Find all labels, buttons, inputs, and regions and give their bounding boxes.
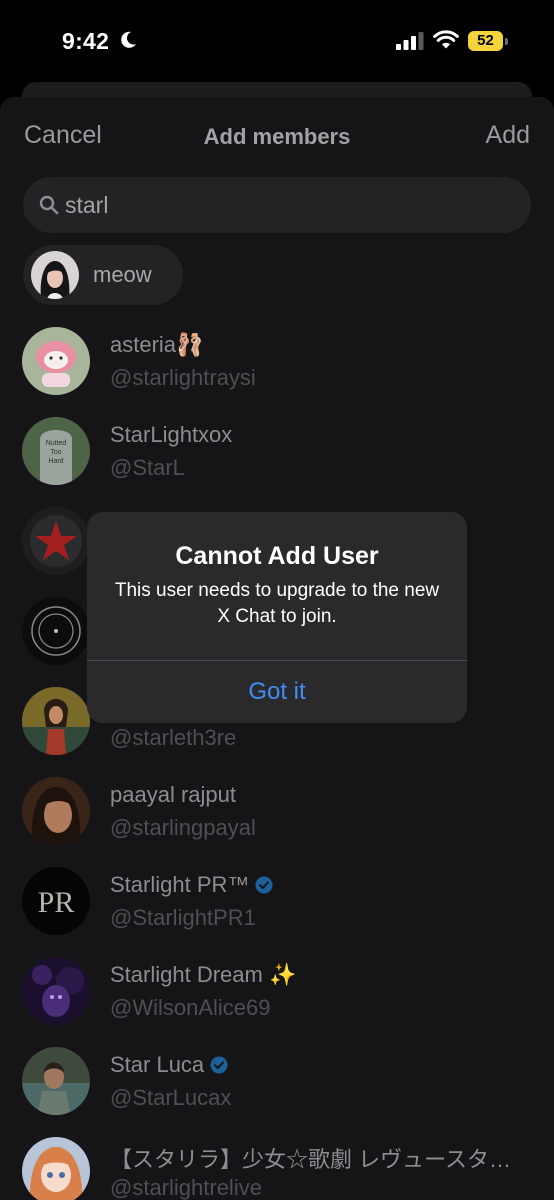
member-name: 【スタリラ】少女☆歌劇 レヴュースタァラ… — [110, 1147, 520, 1172]
battery-tip — [505, 38, 508, 45]
svg-text:Hard: Hard — [48, 458, 63, 465]
member-handle: @starlingpayal — [110, 815, 256, 840]
nav-bar: Cancel Add members Add — [0, 97, 554, 177]
avatar — [22, 1137, 90, 1200]
status-bar: 9:42 52 — [0, 0, 554, 84]
signal-icon — [396, 32, 424, 50]
list-item[interactable]: asteria🩰 @starlightraysi — [0, 327, 554, 417]
member-name: paayal rajput — [110, 782, 236, 807]
member-name: asteria🩰 — [110, 332, 204, 357]
alert-title: Cannot Add User — [175, 542, 379, 570]
member-handle: @StarL — [110, 455, 185, 480]
moon-icon — [121, 31, 136, 48]
svg-text:Too: Too — [50, 449, 61, 456]
list-item[interactable]: Starlight Dream ✨ @WilsonAlice69 — [0, 957, 554, 1047]
verified-badge-icon — [210, 1056, 228, 1074]
avatar — [22, 597, 90, 665]
tombstone-text: Nutted — [46, 440, 67, 447]
member-name: Starlight Dream ✨ — [110, 962, 297, 987]
status-time: 9:42 — [62, 28, 110, 54]
member-name: Starlight PR™ — [110, 872, 273, 898]
selected-member-chip[interactable]: meow — [23, 245, 183, 305]
avatar — [22, 1047, 90, 1115]
search-input[interactable] — [65, 177, 505, 233]
battery-level: 52 — [477, 32, 494, 49]
avatar — [22, 777, 90, 845]
chip-label: meow — [93, 262, 152, 287]
verified-badge-icon — [255, 876, 273, 894]
list-item[interactable]: paayal rajput @starlingpayal — [0, 777, 554, 867]
avatar — [22, 957, 90, 1025]
add-button[interactable]: Add — [486, 121, 530, 150]
list-item[interactable]: Star Luca @StarLucax — [0, 1047, 554, 1137]
avatar — [31, 251, 79, 299]
member-handle: @starleth3re — [110, 725, 237, 750]
list-item[interactable]: Nutted Too Hard StarLightxox @StarL — [0, 417, 554, 507]
avatar — [22, 687, 90, 755]
avatar: PR — [22, 867, 90, 935]
member-handle: @StarLucax — [110, 1085, 232, 1110]
got-it-button[interactable]: Got it — [87, 661, 467, 723]
search-icon — [39, 195, 59, 215]
avatar — [22, 327, 90, 395]
page-title: Add members — [203, 124, 351, 149]
pr-logo-text: PR — [38, 886, 75, 919]
avatar — [22, 507, 90, 575]
list-item[interactable]: PR Starlight PR™ @StarlightPR1 — [0, 867, 554, 957]
avatar: Nutted Too Hard — [22, 417, 90, 485]
list-item[interactable]: 【スタリラ】少女☆歌劇 レヴュースタァラ… @starlightrelive — [0, 1137, 554, 1200]
member-handle: @starlightrelive — [110, 1175, 262, 1200]
battery-icon: 52 — [468, 30, 508, 52]
cannot-add-user-alert: Cannot Add User This user needs to upgra… — [87, 512, 467, 723]
alert-message: This user needs to upgrade to the new X … — [114, 580, 440, 627]
member-name: Star Luca — [110, 1052, 228, 1078]
member-handle: @starlightraysi — [110, 365, 256, 390]
member-handle: @StarlightPR1 — [110, 905, 256, 930]
member-handle: @WilsonAlice69 — [110, 995, 271, 1020]
search-bar[interactable] — [23, 177, 531, 233]
member-name: StarLightxox — [110, 422, 233, 447]
wifi-icon — [433, 30, 459, 49]
